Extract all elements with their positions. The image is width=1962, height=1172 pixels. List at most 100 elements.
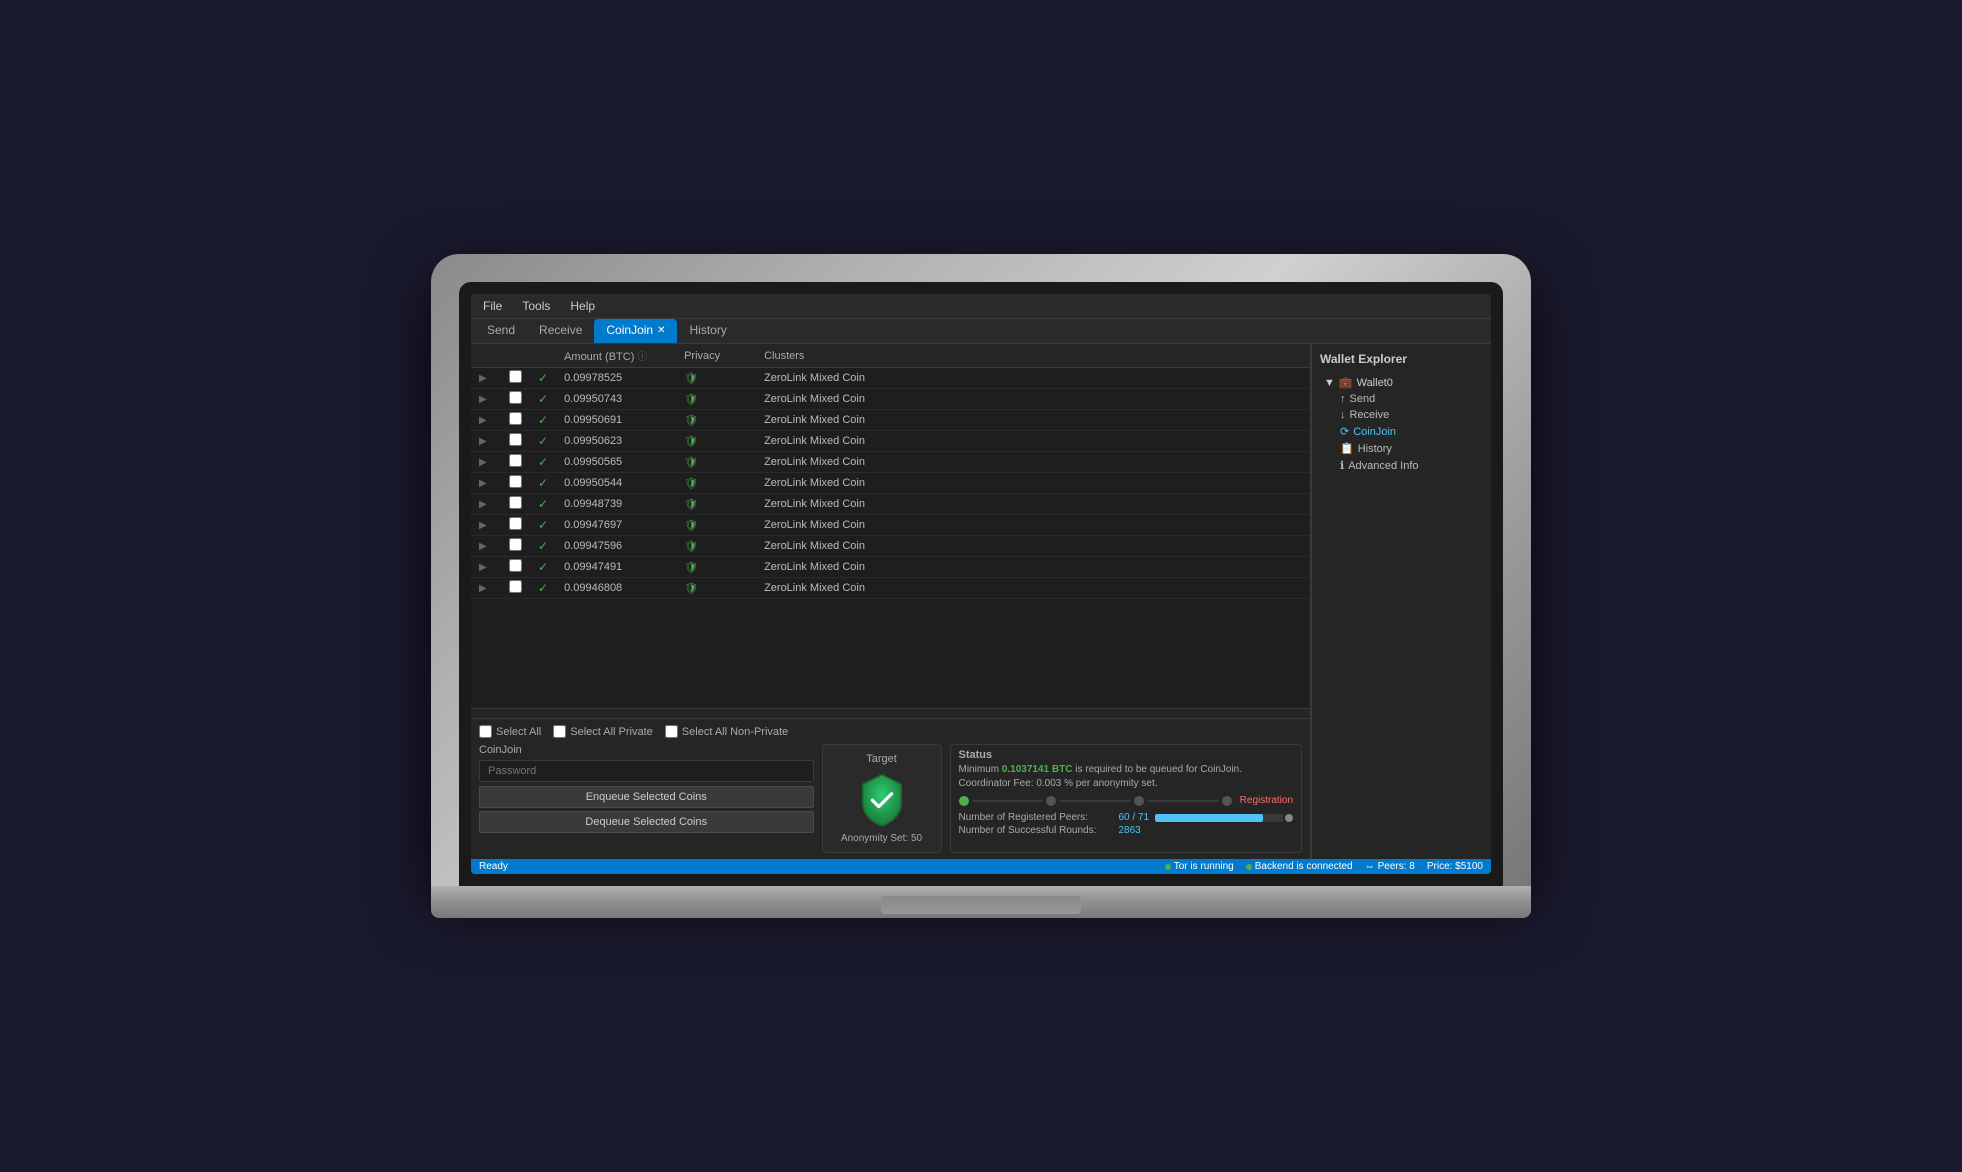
row-check: ✓ [530,473,556,494]
checkboxes-row: Select All Select All Private Select All… [479,725,1302,738]
table-row[interactable]: ▶ ✓ 0.09947697 🛡 ZeroLink Mixed Coin [471,515,1310,536]
password-input[interactable] [479,760,814,782]
tab-send[interactable]: Send [475,319,527,343]
table-row[interactable]: ▶ ✓ 0.09978525 🛡 ZeroLink Mixed Coin [471,368,1310,389]
row-amount: 0.09948739 [556,494,676,515]
table-row[interactable]: ▶ ✓ 0.09950544 🛡 ZeroLink Mixed Coin [471,473,1310,494]
th-clusters[interactable]: Clusters [756,344,1310,368]
tab-coinjoin[interactable]: CoinJoin ✕ [594,319,677,343]
row-checkbox[interactable] [501,494,530,515]
coinjoin-icon: ⟳ [1340,425,1349,438]
row-check: ✓ [530,410,556,431]
menu-file[interactable]: File [479,297,506,315]
table-row[interactable]: ▶ ✓ 0.09946808 🛡 ZeroLink Mixed Coin [471,578,1310,599]
receive-icon: ↓ [1340,409,1346,421]
th-checkbox [501,344,530,368]
row-checkbox[interactable] [501,389,530,410]
select-all-label[interactable]: Select All [479,725,541,738]
table-row[interactable]: ▶ ✓ 0.09947596 🛡 ZeroLink Mixed Coin [471,536,1310,557]
coin-table: Amount (BTC) ⓘ Privacy Clusters [471,344,1310,599]
row-privacy: 🛡 [676,536,756,557]
tab-close-icon[interactable]: ✕ [657,325,665,336]
row-amount: 0.09946808 [556,578,676,599]
row-expand: ▶ [471,494,501,515]
row-checkbox[interactable] [501,452,530,473]
registered-peers-value: 60 / 71 [1119,812,1150,823]
menu-tools[interactable]: Tools [518,297,554,315]
row-check: ✓ [530,536,556,557]
wallet-advanced-info-item[interactable]: ℹ Advanced Info [1336,457,1483,474]
status-bar-right: Tor is running Backend is connected ⇔ Pe… [1165,861,1483,872]
select-all-private-label[interactable]: Select All Private [553,725,653,738]
wallet-tree: ▼ 💼 Wallet0 ↑ Send [1320,374,1483,474]
row-checkbox[interactable] [501,536,530,557]
registered-peers-row: Number of Registered Peers: 60 / 71 [959,812,1294,823]
row-privacy: 🛡 [676,452,756,473]
row-cluster: ZeroLink Mixed Coin [756,494,1310,515]
row-checkbox[interactable] [501,368,530,389]
th-check [530,344,556,368]
row-amount: 0.09950544 [556,473,676,494]
row-check: ✓ [530,389,556,410]
dequeue-button[interactable]: Dequeue Selected Coins [479,811,814,833]
row-check: ✓ [530,515,556,536]
row-privacy: 🛡 [676,578,756,599]
registration-text: Registration [1240,795,1293,806]
row-cluster: ZeroLink Mixed Coin [756,473,1310,494]
status-bar: Ready Tor is running Backend is connecte… [471,859,1491,874]
wallet-history-item[interactable]: 📋 History [1336,440,1483,457]
table-row[interactable]: ▶ ✓ 0.09950623 🛡 ZeroLink Mixed Coin [471,431,1310,452]
row-checkbox[interactable] [501,557,530,578]
wallet-explorer-title: Wallet Explorer [1320,352,1483,366]
trackpad [881,896,1081,914]
row-checkbox[interactable] [501,515,530,536]
th-privacy[interactable]: Privacy [676,344,756,368]
select-all-non-private-label[interactable]: Select All Non-Private [665,725,788,738]
row-checkbox[interactable] [501,473,530,494]
wallet-node-wallet0[interactable]: ▼ 💼 Wallet0 [1320,374,1483,391]
wallet-receive-item[interactable]: ↓ Receive [1336,407,1483,423]
table-row[interactable]: ▶ ✓ 0.09950743 🛡 ZeroLink Mixed Coin [471,389,1310,410]
wallet-coinjoin-item[interactable]: ⟳ CoinJoin [1336,423,1483,440]
peers-bar [1155,814,1262,822]
row-amount: 0.09950691 [556,410,676,431]
enqueue-button[interactable]: Enqueue Selected Coins [479,786,814,808]
row-checkbox[interactable] [501,431,530,452]
th-amount[interactable]: Amount (BTC) ⓘ [556,344,676,368]
row-privacy: 🛡 [676,368,756,389]
row-amount: 0.09950743 [556,389,676,410]
anonymity-set-text: Anonymity Set: 50 [841,833,922,844]
select-all-private-checkbox[interactable] [553,725,566,738]
tab-bar: Send Receive CoinJoin ✕ History [471,319,1491,344]
th-expand [471,344,501,368]
row-cluster: ZeroLink Mixed Coin [756,452,1310,473]
row-privacy: 🛡 [676,389,756,410]
select-all-checkbox[interactable] [479,725,492,738]
tab-receive[interactable]: Receive [527,319,594,343]
table-row[interactable]: ▶ ✓ 0.09948739 🛡 ZeroLink Mixed Coin [471,494,1310,515]
wallet-child-send: ↑ Send [1336,391,1483,407]
table-row[interactable]: ▶ ✓ 0.09950565 🛡 ZeroLink Mixed Coin [471,452,1310,473]
amount-info-icon[interactable]: ⓘ [637,352,647,363]
peers-bar-end [1285,814,1293,822]
row-cluster: ZeroLink Mixed Coin [756,536,1310,557]
row-cluster: ZeroLink Mixed Coin [756,389,1310,410]
menu-help[interactable]: Help [566,297,599,315]
peers-status: ⇔ Peers: 8 [1365,861,1415,872]
table-row[interactable]: ▶ ✓ 0.09947491 🛡 ZeroLink Mixed Coin [471,557,1310,578]
wallet-send-item[interactable]: ↑ Send [1336,391,1483,407]
backend-dot [1246,864,1252,870]
row-privacy: 🛡 [676,431,756,452]
row-privacy: 🛡 [676,494,756,515]
status-title: Status [959,749,1294,761]
row-expand: ▶ [471,557,501,578]
horizontal-scrollbar[interactable] [471,708,1310,718]
backend-status: Backend is connected [1246,861,1353,872]
row-checkbox[interactable] [501,410,530,431]
select-all-non-private-checkbox[interactable] [665,725,678,738]
table-row[interactable]: ▶ ✓ 0.09950691 🛡 ZeroLink Mixed Coin [471,410,1310,431]
tab-history[interactable]: History [677,319,738,343]
coin-table-area[interactable]: Amount (BTC) ⓘ Privacy Clusters [471,344,1310,708]
row-cluster: ZeroLink Mixed Coin [756,557,1310,578]
row-checkbox[interactable] [501,578,530,599]
